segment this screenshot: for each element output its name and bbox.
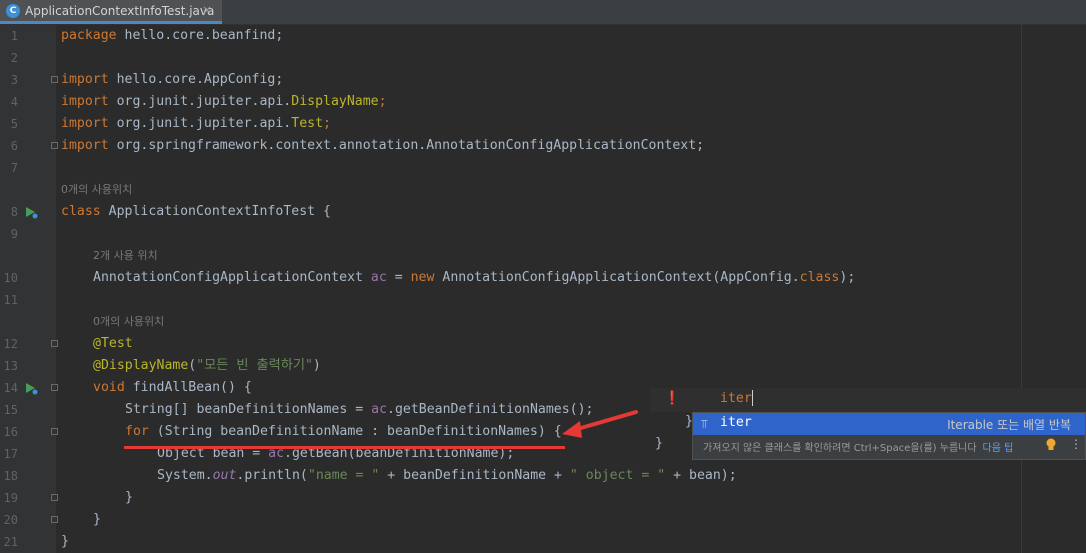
code-line-3: import hello.core.AppConfig; [61,72,284,87]
run-test-icon[interactable] [24,381,38,395]
line-number: 18 [3,469,18,483]
line-number: 2 [10,51,18,65]
autocomplete-item-name: iter [720,415,752,430]
line-number: 1 [10,29,18,43]
autocomplete-footer: 가져오지 않은 클래스를 확인하려면 Ctrl+Space을(를) 누릅니다 다음… [703,443,1014,454]
code-line-5: import org.junit.jupiter.api.Test; [61,116,331,131]
fold-marker-icon[interactable] [51,428,58,435]
line-number: 3 [10,73,18,87]
code-line-21: } [61,534,69,549]
line-number: 6 [10,139,18,153]
code-line-18: System.out.println("name = " + beanDefin… [157,468,737,483]
line-number: 12 [3,337,18,351]
more-options-icon[interactable]: ⋮ [1070,437,1082,451]
line-number: 21 [3,535,18,549]
editor-gutter: 1 2 3 4 5 6 7 8 9 10 11 12 13 14 15 16 1… [0,25,58,553]
line-number: 7 [10,161,18,175]
error-bulb-icon[interactable]: ❗ [664,391,680,406]
line-number: 16 [3,425,18,439]
fold-marker-icon[interactable] [51,340,58,347]
brace-fragment: } [655,436,663,451]
code-line-14: void findAllBean() { [93,380,252,395]
autocomplete-popup: ⫪ iter Iterable 또는 배열 반복 가져오지 않은 클래스를 확인… [692,412,1086,460]
code-line-15: String[] beanDefinitionNames = ac.getBea… [125,402,594,417]
autocomplete-item-iter[interactable]: ⫪ iter Iterable 또는 배열 반복 [693,413,1085,435]
lightbulb-icon[interactable] [1045,438,1057,452]
code-line-12: @Test [93,336,133,351]
code-line-8: class ApplicationContextInfoTest { [61,204,331,219]
close-tab-icon[interactable]: × [202,3,212,17]
usage-hint[interactable]: 0개의 사용위치 [61,179,132,201]
code-line-4: import org.junit.jupiter.api.DisplayName… [61,94,387,109]
run-test-icon[interactable] [24,205,38,219]
code-line-19: } [125,490,133,505]
template-input-line[interactable]: ❗ iter [650,388,1086,412]
tab-title: ApplicationContextInfoTest.java [25,4,215,18]
tab-application-context-info-test[interactable]: C ApplicationContextInfoTest.java × [0,0,222,24]
fold-marker-icon[interactable] [51,142,58,149]
live-template-icon: ⫪ [701,417,708,431]
usage-hint[interactable]: 2개 사용 위치 [93,245,158,267]
editor-tab-bar: C ApplicationContextInfoTest.java × [0,0,1086,25]
red-arrow-annotation [562,410,638,438]
line-number: 11 [3,293,18,307]
code-line-16: for (String beanDefinitionName : beanDef… [125,424,562,439]
line-number: 8 [10,205,18,219]
line-number: 19 [3,491,18,505]
line-number: 20 [3,513,18,527]
line-number: 5 [10,117,18,131]
code-line-10: AnnotationConfigApplicationContext ac = … [93,270,856,285]
fold-marker-icon[interactable] [51,76,58,83]
fold-marker-icon[interactable] [51,516,58,523]
line-number: 4 [10,95,18,109]
code-line-6: import org.springframework.context.annot… [61,138,705,153]
code-line-20: } [93,512,101,527]
usage-hint[interactable]: 0개의 사용위치 [93,311,164,333]
fold-marker-icon[interactable] [51,494,58,501]
red-underline-annotation [124,446,565,449]
autocomplete-item-description: Iterable 또는 배열 반복 [947,418,1071,432]
line-number: 15 [3,403,18,417]
line-number: 13 [3,359,18,373]
typed-template-text: iter [720,390,753,406]
line-number: 10 [3,271,18,285]
java-class-icon: C [6,4,20,18]
line-number: 14 [3,381,18,395]
next-tip-link[interactable]: 다음 팁 [983,443,1014,454]
code-line-1: package hello.core.beanfind; [61,28,284,43]
line-number: 9 [10,227,18,241]
right-margin-guide [1021,25,1022,553]
line-number: 17 [3,447,18,461]
code-line-13: @DisplayName("모든 빈 출력하기") [93,358,321,373]
fold-marker-icon[interactable] [51,384,58,391]
